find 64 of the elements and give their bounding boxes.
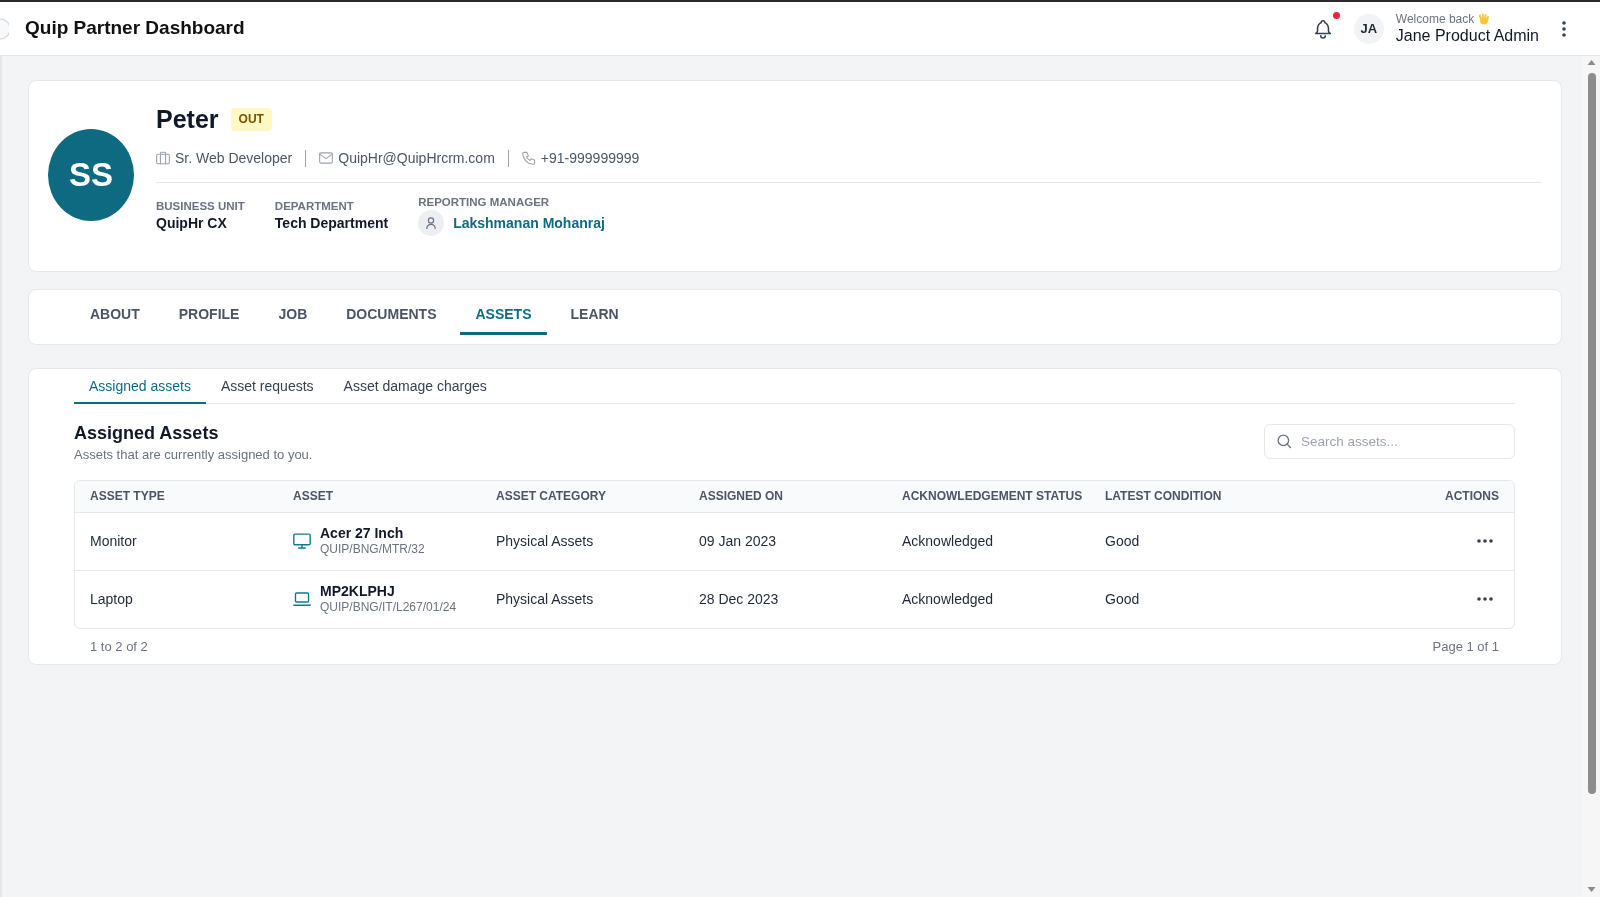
manager-link[interactable]: Lakshmanan Mohanraj <box>453 212 605 234</box>
profile-avatar: SS <box>48 129 134 221</box>
column-header: ASSET CATEGORY <box>481 481 684 512</box>
profile-tab[interactable]: ABOUT <box>75 295 155 335</box>
collapse-handle-icon[interactable] <box>0 17 9 40</box>
asset-subtab[interactable]: Asset damage charges <box>328 369 502 404</box>
asset-code: QUIP/BNG/IT/L267/01/24 <box>320 600 457 616</box>
table-cell: Laptop <box>75 570 278 628</box>
status-badge: OUT <box>230 107 272 131</box>
table-cell: Monitor <box>75 512 278 570</box>
field-label: REPORTING MANAGER <box>418 195 551 209</box>
profile-tab[interactable]: PROFILE <box>163 295 255 335</box>
column-header: LATEST CONDITION <box>1090 481 1293 512</box>
field-value: QuipHr CX <box>156 214 228 232</box>
table-cell: Acknowledged <box>887 512 1090 570</box>
profile-tab[interactable]: ASSETS <box>460 295 547 335</box>
asset-name: Acer 27 Inch <box>320 525 405 542</box>
table-cell: Physical Assets <box>481 512 684 570</box>
briefcase-icon <box>156 151 170 165</box>
laptop-icon <box>293 591 311 607</box>
user-avatar[interactable]: JA <box>1353 13 1384 44</box>
column-header: ACTIONS <box>1293 481 1514 512</box>
search-field[interactable]: Search assets... <box>1264 424 1515 459</box>
monitor-icon <box>293 532 311 550</box>
section-subtitle: Assets that are currently assigned to you. <box>74 446 313 464</box>
column-header: ASSET <box>278 481 481 512</box>
more-vertical-icon[interactable] <box>1562 20 1566 37</box>
asset-name: MP2KLPHJ <box>320 583 396 601</box>
greeting-text: Welcome back <box>1395 11 1475 26</box>
asset-code: QUIP/BNG/MTR/32 <box>320 542 425 557</box>
column-header: ACKNOWLEDGEMENT STATUS <box>887 481 1090 512</box>
user-avatar-icon <box>418 210 445 236</box>
asset-subtab[interactable]: Assigned assets <box>74 369 206 404</box>
notification-bell-icon[interactable] <box>1312 18 1333 39</box>
table-cell: Good <box>1090 512 1293 570</box>
phone-icon <box>521 151 536 165</box>
search-icon <box>1277 434 1292 449</box>
results-count: 1 to 2 of 2 <box>90 638 148 656</box>
profile-tab[interactable]: LEARN <box>555 295 634 335</box>
mail-icon <box>319 152 334 164</box>
column-header: ASSET TYPE <box>75 481 278 512</box>
table-cell: Acknowledged <box>887 570 1090 628</box>
contact-text: QuipHr@QuipHrcrm.com <box>338 148 495 168</box>
app-title: Quip Partner Dashboard <box>25 17 245 40</box>
contact-text: Sr. Web Developer <box>175 148 293 168</box>
page-indicator: Page 1 of 1 <box>1432 638 1499 656</box>
asset-subtab[interactable]: Asset requests <box>205 369 329 404</box>
field-label: BUSINESS UNIT <box>156 199 245 213</box>
table-cell: Good <box>1090 570 1293 628</box>
user-name: Jane Product Admin <box>1395 25 1539 46</box>
field-value: Tech Department <box>274 214 389 232</box>
more-horizontal-icon[interactable] <box>1477 539 1493 543</box>
profile-tab[interactable]: JOB <box>263 295 323 335</box>
table-cell: Physical Assets <box>481 570 684 628</box>
column-header: ASSIGNED ON <box>684 481 887 512</box>
profile-tab[interactable]: DOCUMENTS <box>331 295 452 335</box>
more-horizontal-icon[interactable] <box>1477 597 1493 602</box>
section-title: Assigned Assets <box>74 422 220 444</box>
field-label: DEPARTMENT <box>274 199 355 213</box>
table-cell: 28 Dec 2023 <box>684 570 887 628</box>
table-cell: 09 Jan 2023 <box>684 512 887 570</box>
waving-hand-icon <box>1478 12 1490 25</box>
contact-text: +91-999999999 <box>540 148 640 168</box>
employee-name: Peter <box>156 105 219 133</box>
